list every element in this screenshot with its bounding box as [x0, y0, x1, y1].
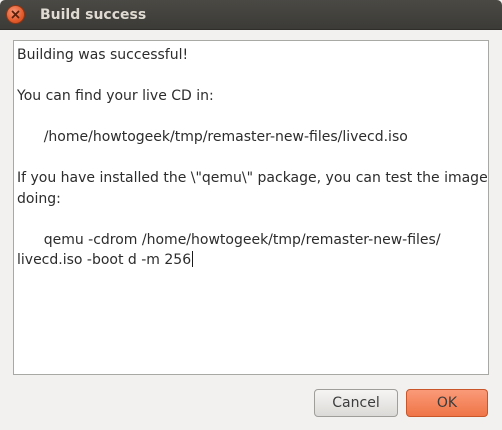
title-bar[interactable]: Build success — [0, 0, 502, 30]
message-line — [17, 107, 485, 128]
message-line-text: livecd.iso -boot d -m 256 — [17, 252, 192, 268]
message-line: You can find your live CD in: — [17, 88, 214, 104]
close-icon — [11, 10, 20, 19]
message-line — [17, 66, 485, 87]
cancel-button[interactable]: Cancel — [314, 389, 398, 417]
message-line: If you have installed the \"qemu\" packa… — [17, 170, 489, 186]
message-line: qemu -cdrom /home/howtogeek/tmp/remaster… — [17, 231, 441, 248]
message-line: Building was successful! — [17, 47, 189, 63]
message-line: doing: — [17, 190, 61, 207]
message-text-area[interactable]: Building was successful! You can find yo… — [13, 40, 489, 375]
text-cursor — [192, 251, 194, 267]
message-line: /home/howtogeek/tmp/remaster-new-files/l… — [17, 129, 408, 145]
close-button[interactable] — [6, 5, 25, 24]
message-line — [17, 148, 485, 169]
ok-button[interactable]: OK — [406, 389, 488, 417]
message-line-last: livecd.iso -boot d -m 256 — [17, 250, 485, 271]
message-line — [17, 209, 485, 230]
build-success-dialog: Build success Building was successful! Y… — [0, 0, 502, 430]
window-title: Build success — [40, 7, 147, 23]
